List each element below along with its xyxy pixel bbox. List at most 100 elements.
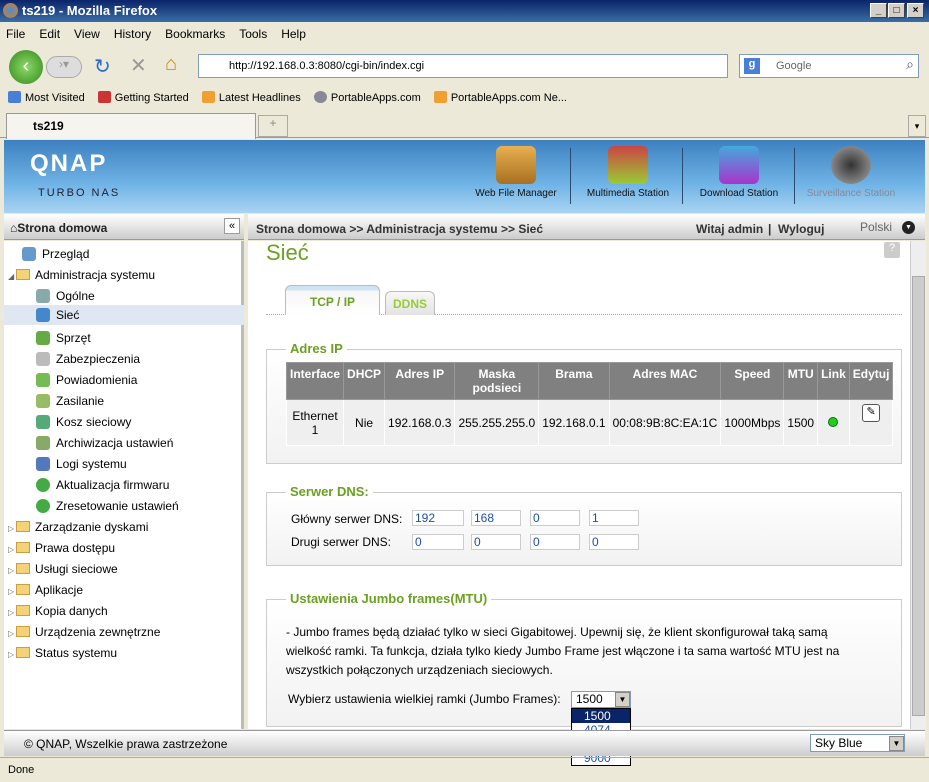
sidebar-item-zarzadzanie-dyskami[interactable]: ▷ Zarządzanie dyskami (8, 517, 148, 537)
stop-icon[interactable]: ✕ (130, 53, 147, 78)
breadcrumb: Strona domowa >> Administracja systemu >… (256, 222, 543, 236)
search-placeholder: Google (776, 60, 812, 72)
cell-interface: Ethernet 1 (285, 399, 345, 446)
sidebar-item-zresetowanie[interactable]: Zresetowanie ustawień (36, 496, 179, 516)
sidebar-item-urzadzenia[interactable]: ▷ Urządzenia zewnętrzne (8, 622, 160, 642)
language-select[interactable]: Polski (860, 220, 892, 234)
col-speed: Speed (720, 362, 785, 400)
menu-view[interactable]: View (74, 27, 100, 41)
tab-tcp-ip[interactable]: TCP / IP (285, 285, 380, 315)
close-button[interactable]: × (907, 3, 924, 18)
reload-icon[interactable]: ↻ (94, 54, 111, 79)
secondary-dns-octet-2[interactable]: 0 (471, 534, 521, 550)
ip-legend: Adres IP (286, 341, 347, 356)
menu-help[interactable]: Help (281, 27, 306, 41)
search-icon[interactable]: ⌕ (906, 56, 914, 73)
sidebar-item-prawa-dostepu[interactable]: ▷ Prawa dostępu (8, 538, 115, 558)
app-surveillance-station[interactable]: Surveillance Station (796, 146, 906, 199)
multimedia-icon (608, 146, 648, 184)
menu-edit[interactable]: Edit (39, 27, 60, 41)
home-icon[interactable]: ⌂ (165, 53, 177, 76)
col-mask: Maska podsieci (454, 362, 540, 400)
chevron-down-icon[interactable]: ▼ (889, 736, 904, 751)
address-bar[interactable]: http://192.168.0.3:8080/cgi-bin/index.cg… (198, 54, 904, 78)
chevron-down-icon[interactable]: ▼ (615, 692, 630, 707)
sidebar-item-zasilanie[interactable]: Zasilanie (36, 391, 104, 411)
dns-legend: Serwer DNS: (286, 484, 373, 499)
folder-search-icon (496, 146, 536, 184)
menu-tools[interactable]: Tools (239, 27, 267, 41)
sidebar-item-przeglad[interactable]: Przegląd (22, 244, 89, 264)
sidebar-item-archiwizacja[interactable]: Archiwizacja ustawień (36, 433, 173, 453)
secondary-dns-octet-4[interactable]: 0 (589, 534, 639, 550)
menu-history[interactable]: History (114, 27, 151, 41)
ip-table: Interface DHCP Adres IP Maska podsieci Brama… (285, 362, 894, 446)
new-tab-button[interactable]: + (258, 115, 288, 137)
primary-dns-octet-4[interactable]: 1 (589, 510, 639, 526)
copyright: © QNAP, Wszelkie prawa zastrzeżone (24, 737, 228, 751)
primary-dns-octet-1[interactable]: 192 (412, 510, 464, 526)
primary-dns-octet-3[interactable]: 0 (530, 510, 580, 526)
sidebar-item-powiadomienia[interactable]: Powiadomienia (36, 370, 137, 390)
option-1500[interactable]: 1500 (572, 709, 630, 723)
col-mtu: MTU (783, 362, 819, 400)
qnap-subtitle: TURBO NAS (38, 187, 121, 199)
secondary-dns-octet-1[interactable]: 0 (412, 534, 464, 550)
forward-button[interactable]: ›▾ (46, 56, 82, 78)
jumbo-select-label: Wybierz ustawienia wielkiej ramki (Jumbo… (288, 692, 561, 706)
bookmark-most-visited[interactable]: Most Visited (8, 91, 85, 104)
sidebar-item-sprzet[interactable]: Sprzęt (36, 328, 91, 348)
tab-list-button[interactable]: ▾ (908, 115, 926, 137)
sidebar-item-kosz[interactable]: Kosz sieciowy (36, 412, 131, 432)
app-download-station[interactable]: Download Station (684, 146, 794, 199)
col-edit: Edytuj (848, 362, 894, 400)
edit-icon[interactable]: ✎ (862, 404, 881, 422)
col-dhcp: DHCP (343, 362, 386, 400)
sidebar-item-siec[interactable]: Sieć (4, 305, 244, 325)
sidebar-item-status[interactable]: ▷ Status systemu (8, 643, 117, 663)
col-ip: Adres IP (384, 362, 456, 400)
app-web-file-manager[interactable]: Web File Manager (461, 146, 571, 199)
qnap-logo: QNAP (30, 150, 108, 177)
skin-select[interactable]: Sky Blue ▼ (810, 734, 905, 752)
sidebar-item-administracja[interactable]: ◢ Administracja systemu (8, 265, 155, 285)
cell-mask: 255.255.255.0 (454, 399, 540, 446)
bookmark-latest-headlines[interactable]: Latest Headlines (201, 91, 301, 104)
maximize-button[interactable]: □ (888, 3, 905, 18)
bookmark-portableapps-news[interactable]: PortableApps.com Ne... (433, 91, 567, 104)
tab-ddns[interactable]: DDNS (385, 291, 435, 315)
cell-dhcp: Nie (343, 399, 386, 446)
sidebar-item-ogolne[interactable]: Ogólne (36, 286, 95, 306)
sidebar-item-aplikacje[interactable]: ▷ Aplikacje (8, 580, 83, 600)
logout-link[interactable]: Wyloguj (778, 222, 824, 236)
sidebar-item-kopia-danych[interactable]: ▷ Kopia danych (8, 601, 108, 621)
sidebar-item-zabezpieczenia[interactable]: Zabezpieczenia (36, 349, 140, 369)
primary-dns-octet-2[interactable]: 168 (471, 510, 521, 526)
content-scrollbar[interactable] (910, 241, 926, 729)
minimize-button[interactable]: _ (870, 3, 887, 18)
collapse-sidebar-button[interactable]: « (224, 218, 240, 234)
help-icon[interactable]: ? (884, 242, 900, 258)
sidebar-item-uslugi-sieciowe[interactable]: ▷ Usługi sieciowe (8, 559, 118, 579)
sidebar-item-logi[interactable]: Logi systemu (36, 454, 127, 474)
bookmark-portableapps[interactable]: PortableApps.com (313, 91, 421, 104)
search-input[interactable]: Google g ⌕ (739, 54, 919, 78)
menu-file[interactable]: File (6, 27, 25, 41)
cell-ip: 192.168.0.3 (384, 399, 456, 446)
menu-bookmarks[interactable]: Bookmarks (165, 27, 225, 41)
dns-section (266, 492, 902, 566)
jumbo-select[interactable]: 1500 ▼ (571, 691, 631, 708)
menu-bar: File Edit View History Bookmarks Tools Help (0, 22, 929, 46)
language-dropdown-icon[interactable]: ▼ (902, 221, 915, 234)
window-title: ts219 - Mozilla Firefox (22, 3, 158, 18)
link-status-icon (828, 416, 839, 427)
secondary-dns-octet-3[interactable]: 0 (530, 534, 580, 550)
back-button[interactable]: ‹ (9, 50, 43, 84)
sidebar-item-aktualizacja[interactable]: Aktualizacja firmwaru (36, 475, 169, 495)
firefox-icon (3, 3, 18, 18)
bookmark-getting-started[interactable]: Getting Started (97, 91, 189, 104)
browser-tab[interactable]: ts219 (6, 113, 256, 139)
cell-edit: ✎ (848, 399, 894, 446)
app-multimedia-station[interactable]: Multimedia Station (573, 146, 683, 199)
sidebar-header: ⌂Strona domowa (4, 214, 244, 240)
